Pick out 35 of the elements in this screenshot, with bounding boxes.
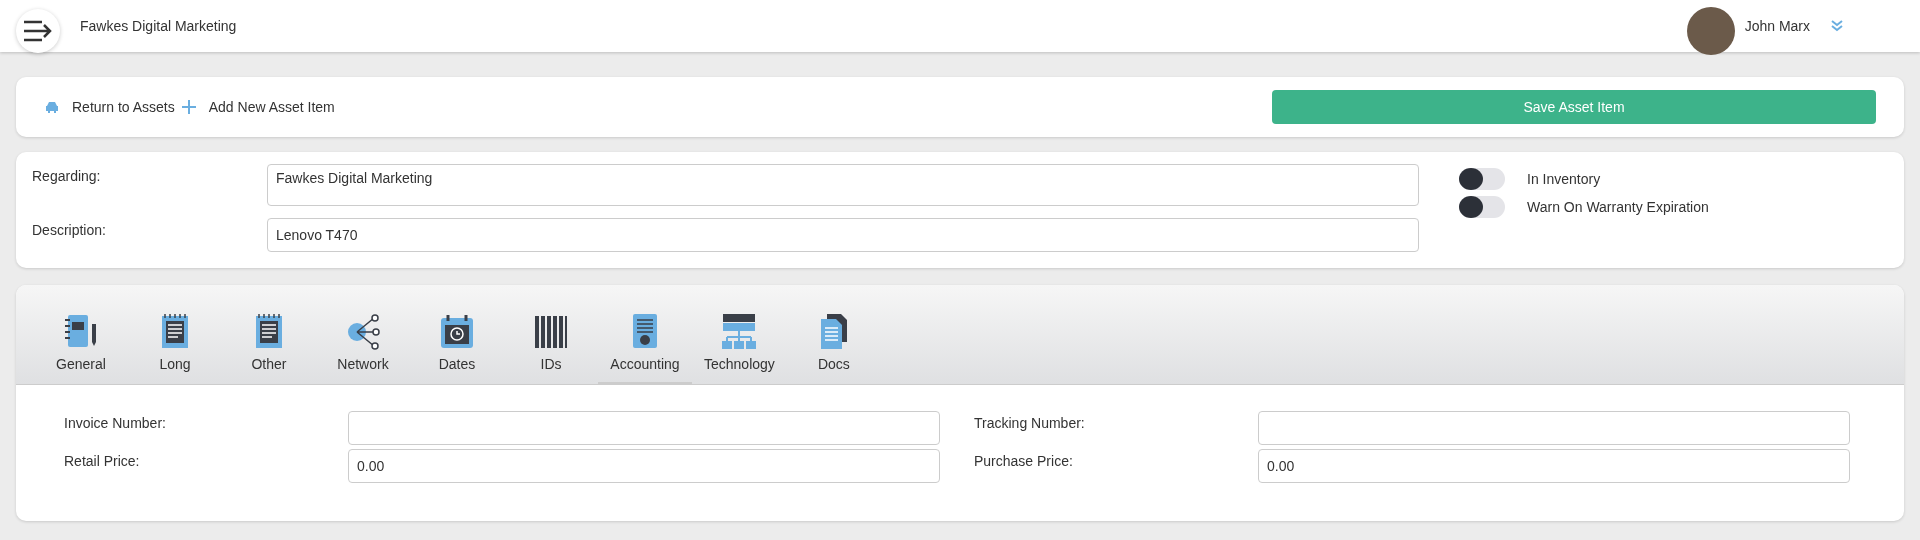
field-label: Regarding:	[32, 167, 102, 184]
field-label: Tracking Number:	[973, 414, 1086, 431]
text-field[interactable]: 0.00	[1258, 449, 1850, 483]
menu-icon[interactable]	[22, 19, 54, 43]
tab[interactable]: Accounting	[598, 312, 692, 384]
toggle-label: Warn On Warranty Expiration	[1527, 199, 1709, 215]
text-field[interactable]: Lenovo T470	[267, 218, 1419, 252]
tab[interactable]: General	[34, 312, 128, 384]
tab[interactable]: Long	[128, 312, 222, 384]
toggle-label: In Inventory	[1527, 171, 1601, 187]
tab[interactable]: Other	[222, 312, 316, 384]
tab[interactable]: IDs	[504, 312, 598, 384]
toggle-switch[interactable]	[1459, 196, 1505, 218]
text-field[interactable]	[1258, 411, 1850, 445]
toolbar-link[interactable]: Add New Asset Item	[180, 99, 335, 115]
tab[interactable]: Docs	[786, 312, 881, 384]
toolbar-link[interactable]: Return to Assets	[44, 99, 175, 115]
company-name: Fawkes Digital Marketing	[80, 18, 237, 34]
field-label: Invoice Number:	[63, 414, 167, 431]
tab[interactable]: Technology	[692, 312, 787, 384]
text-field[interactable]: Fawkes Digital Marketing	[267, 164, 1419, 206]
plus-icon	[180, 99, 197, 115]
text-field[interactable]: 0.00	[348, 449, 940, 483]
text-field[interactable]	[348, 411, 940, 445]
field-label: Purchase Price:	[973, 452, 1074, 469]
toggle-switch[interactable]	[1459, 168, 1505, 190]
calendar-icon	[438, 312, 476, 350]
car-icon	[44, 101, 60, 113]
user-name[interactable]: John Marx	[1744, 18, 1810, 34]
tab[interactable]: Network	[316, 312, 410, 384]
field-label: Description:	[32, 221, 107, 238]
tab[interactable]: Dates	[410, 312, 504, 384]
avatar[interactable]	[1686, 7, 1735, 55]
field-label: Retail Price:	[63, 452, 141, 469]
menu-button[interactable]	[16, 9, 60, 53]
